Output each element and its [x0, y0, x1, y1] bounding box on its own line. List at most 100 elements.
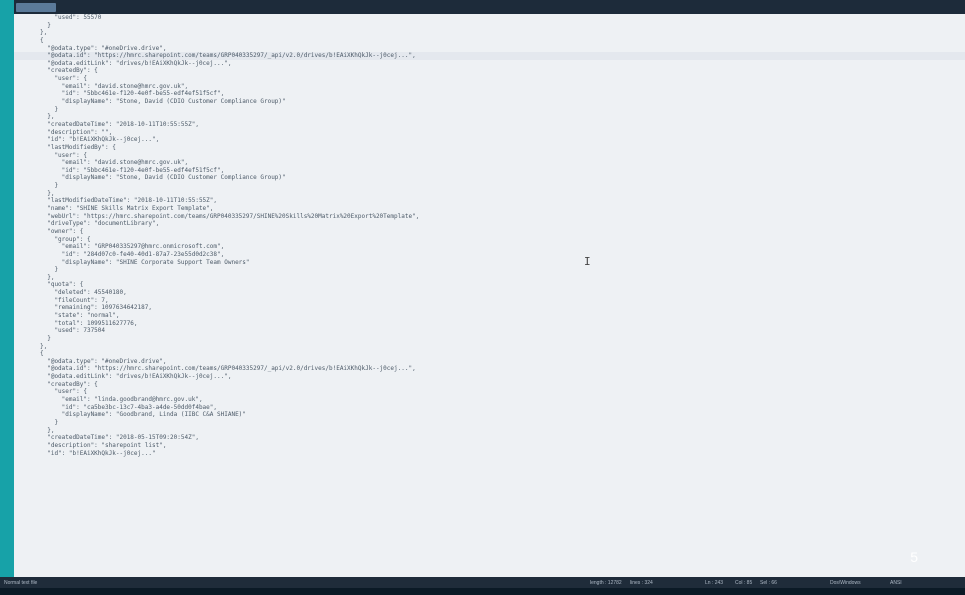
code-line[interactable]: "fileCount": 7,: [14, 297, 965, 305]
code-line[interactable]: "user": {: [14, 75, 965, 83]
code-line-text: "driveType": "documentLibrary",: [40, 220, 160, 228]
code-line-text: "name": "SHINE Skills Matrix Export Temp…: [40, 205, 214, 213]
code-line-text: },: [40, 189, 55, 197]
code-line[interactable]: "state": "normal",: [14, 312, 965, 320]
code-line[interactable]: "name": "SHINE Skills Matrix Export Temp…: [14, 205, 965, 213]
code-line[interactable]: "createdDateTime": "2018-05-15T09:20:54Z…: [14, 434, 965, 442]
code-line-text: "quota": {: [40, 281, 84, 289]
code-line[interactable]: "createdBy": {: [14, 67, 965, 75]
code-line-text: "email": "linda.goodbrand@hmrc.gov.uk",: [40, 396, 203, 404]
code-line-text: "createdDateTime": "2018-10-11T10:55:55Z…: [40, 120, 199, 128]
code-line[interactable]: },: [14, 274, 965, 282]
code-line-text: "used": 737504: [40, 327, 106, 335]
code-line[interactable]: "createdBy": {: [14, 381, 965, 389]
code-line-text: }: [40, 418, 59, 426]
code-line-text: "@odata.type": "#oneDrive.drive",: [40, 357, 167, 365]
code-line[interactable]: "@odata.id": "https://hmrc.sharepoint.co…: [14, 52, 965, 60]
code-line-text: "displayName": "Goodbrand, Linda (IIBC C…: [40, 411, 246, 419]
code-line[interactable]: "total": 1099511627776,: [14, 320, 965, 328]
code-line[interactable]: "displayName": "Stone, David (CDIO Custo…: [14, 174, 965, 182]
code-line-text: "description": "",: [40, 128, 113, 136]
code-line[interactable]: "owner": {: [14, 228, 965, 236]
slide-page-number: 5: [910, 549, 918, 565]
code-line-text: "@odata.id": "https://hmrc.sharepoint.co…: [40, 52, 416, 60]
code-line-text: "total": 1099511627776,: [40, 319, 138, 327]
code-line[interactable]: }: [14, 22, 965, 30]
code-line[interactable]: "@odata.id": "https://hmrc.sharepoint.co…: [14, 365, 965, 373]
status-line-number: Ln : 243: [705, 580, 724, 586]
code-line-text: "id": "b!EAiXKhQkJk--j0cej...": [40, 449, 156, 457]
code-line[interactable]: },: [14, 343, 965, 351]
code-line-text: },: [40, 273, 55, 281]
code-line-text: "displayName": "Stone, David (CDIO Custo…: [40, 98, 286, 106]
code-line[interactable]: },: [14, 113, 965, 121]
code-line-text: "user": {: [40, 151, 87, 159]
code-line-text: }: [40, 334, 51, 342]
code-line-text: {: [40, 350, 44, 358]
code-editor[interactable]: "used": 55570 }},{ "@odata.type": "#oneD…: [14, 14, 965, 577]
code-line[interactable]: "deleted": 45540180,: [14, 289, 965, 297]
code-line[interactable]: "@odata.editLink": "drives/b!EAiXKhQkJk-…: [14, 373, 965, 381]
accent-strip: [0, 0, 14, 595]
code-line[interactable]: "createdDateTime": "2018-10-11T10:55:55Z…: [14, 121, 965, 129]
code-line[interactable]: "quota": {: [14, 281, 965, 289]
code-line[interactable]: "id": "b!EAiXKhQkJk--j0cej...",: [14, 136, 965, 144]
code-line[interactable]: }: [14, 419, 965, 427]
code-line[interactable]: },: [14, 29, 965, 37]
code-line-text: "displayName": "Stone, David (CDIO Custo…: [40, 174, 286, 182]
code-line-text: "@odata.type": "#oneDrive.drive",: [40, 44, 167, 52]
code-line-text: },: [40, 426, 55, 434]
code-line[interactable]: "used": 737504: [14, 327, 965, 335]
code-line-text: "email": "david.stone@hmrc.gov.uk",: [40, 82, 189, 90]
code-line[interactable]: "displayName": "Goodbrand, Linda (IIBC C…: [14, 411, 965, 419]
code-line-text: "webUrl": "https://hmrc.sharepoint.com/t…: [40, 212, 420, 220]
code-line[interactable]: "user": {: [14, 388, 965, 396]
code-line[interactable]: "description": "sharepoint list",: [14, 442, 965, 450]
code-line[interactable]: "displayName": "SHINE Corporate Support …: [14, 259, 965, 267]
code-line-text: }: [40, 266, 59, 274]
code-line[interactable]: "email": "GRP040335297@hmrc.onmicrosoft.…: [14, 243, 965, 251]
taskbar-edge: [0, 588, 965, 595]
code-line[interactable]: "lastModifiedBy": {: [14, 144, 965, 152]
code-line[interactable]: "email": "david.stone@hmrc.gov.uk",: [14, 159, 965, 167]
code-line[interactable]: "id": "284d07c0-fe40-40d1-87a7-23e55d0d2…: [14, 251, 965, 259]
file-tab[interactable]: [16, 3, 56, 12]
code-line[interactable]: "used": 55570: [14, 14, 965, 22]
code-line-text: "owner": {: [40, 227, 84, 235]
status-eol: Dos\Windows: [830, 580, 861, 586]
code-line-text: "id": "284d07c0-fe40-40d1-87a7-23e55d0d2…: [40, 250, 225, 258]
code-line-text: "group": {: [40, 235, 91, 243]
code-line-text: "@odata.editLink": "drives/b!EAiXKhQkJk-…: [40, 59, 232, 67]
code-line-text: "id": "5bbc461e-f120-4e0f-be55-edf4ef51f…: [40, 90, 225, 98]
code-line[interactable]: "remaining": 1097634642187,: [14, 304, 965, 312]
code-line[interactable]: {: [14, 350, 965, 358]
code-line[interactable]: }: [14, 266, 965, 274]
code-line-text: }: [40, 105, 59, 113]
code-line[interactable]: "displayName": "Stone, David (CDIO Custo…: [14, 98, 965, 106]
code-line-text: "createdBy": {: [40, 67, 98, 75]
code-line-text: "remaining": 1097634642187,: [40, 304, 152, 312]
text-cursor-icon: I: [584, 255, 591, 268]
code-line-text: },: [40, 342, 48, 350]
code-line[interactable]: }: [14, 106, 965, 114]
status-length: length : 12782: [590, 580, 622, 586]
code-line[interactable]: {: [14, 37, 965, 45]
code-line[interactable]: "id": "5bbc461e-f120-4e0f-be55-edf4ef51f…: [14, 90, 965, 98]
code-line-text: "id": "5bbc461e-f120-4e0f-be55-edf4ef51f…: [40, 166, 225, 174]
code-line-text: "@odata.id": "https://hmrc.sharepoint.co…: [40, 365, 416, 373]
code-line-text: "createdDateTime": "2018-05-15T09:20:54Z…: [40, 434, 199, 442]
code-line-text: "user": {: [40, 388, 87, 396]
code-line[interactable]: "lastModifiedDateTime": "2018-10-11T10:5…: [14, 197, 965, 205]
code-line[interactable]: "id": "b!EAiXKhQkJk--j0cej...": [14, 450, 965, 458]
code-line-text: "displayName": "SHINE Corporate Support …: [40, 258, 250, 266]
status-lines: lines : 324: [630, 580, 653, 586]
status-column: Col : 85: [735, 580, 753, 586]
code-line-text: "createdBy": {: [40, 380, 98, 388]
code-line[interactable]: "driveType": "documentLibrary",: [14, 220, 965, 228]
code-line-text: "used": 55570: [40, 14, 102, 21]
code-line-text: "fileCount": 7,: [40, 296, 109, 304]
code-line[interactable]: }: [14, 335, 965, 343]
code-line[interactable]: "email": "linda.goodbrand@hmrc.gov.uk",: [14, 396, 965, 404]
code-line[interactable]: }: [14, 182, 965, 190]
code-line[interactable]: "@odata.editLink": "drives/b!EAiXKhQkJk-…: [14, 60, 965, 68]
